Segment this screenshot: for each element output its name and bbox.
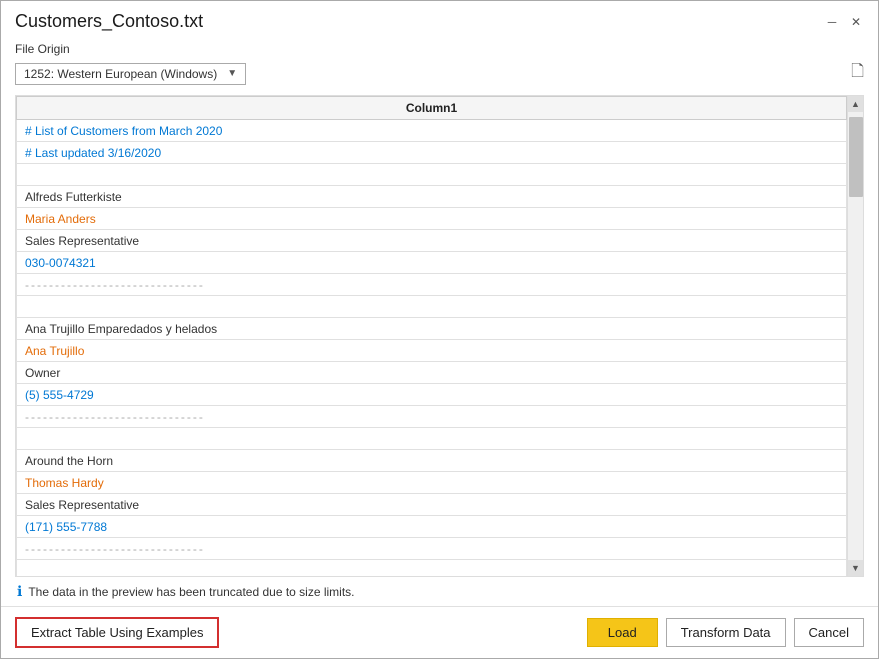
table-row: Owner [17,362,847,384]
table-row: Alfreds Futterkiste [17,186,847,208]
table-cell: 030-0074321 [17,252,847,274]
preview-container: Column1 # List of Customers from March 2… [15,95,864,577]
table-cell [17,560,847,577]
window-controls: ─ ✕ [824,14,864,30]
table-cell: Sales Representative [17,494,847,516]
table-row: Around the Horn [17,450,847,472]
table-cell: Ana Trujillo Emparedados y helados [17,318,847,340]
file-origin-select[interactable]: 1252: Western European (Windows) ▼ [15,63,246,85]
content-area: File Origin 1252: Western European (Wind… [1,38,878,606]
table-cell: ------------------------------ [17,274,847,296]
minimize-button[interactable]: ─ [824,14,840,30]
table-cell: ------------------------------ [17,406,847,428]
table-row: 030-0074321 [17,252,847,274]
info-icon: ℹ [17,583,22,600]
cancel-button[interactable]: Cancel [794,618,864,647]
table-row [17,428,847,450]
window-title: Customers_Contoso.txt [15,11,203,32]
table-cell: Ana Trujillo [17,340,847,362]
table-row: Sales Representative [17,494,847,516]
footer-left: Extract Table Using Examples [15,617,219,648]
title-bar: Customers_Contoso.txt ─ ✕ [1,1,878,38]
dialog-window: Customers_Contoso.txt ─ ✕ File Origin 12… [0,0,879,659]
table-row: (5) 555-4729 [17,384,847,406]
table-wrapper[interactable]: Column1 # List of Customers from March 2… [16,96,847,576]
close-button[interactable]: ✕ [848,14,864,30]
table-cell: # List of Customers from March 2020 [17,120,847,142]
table-row: Sales Representative [17,230,847,252]
file-icon: 🗋 [851,60,864,87]
table-row: Maria Anders [17,208,847,230]
data-table: Column1 # List of Customers from March 2… [16,96,847,576]
table-cell [17,164,847,186]
table-row: Ana Trujillo Emparedados y helados [17,318,847,340]
footer: Extract Table Using Examples Load Transf… [1,606,878,658]
table-cell: # Last updated 3/16/2020 [17,142,847,164]
table-cell: Alfreds Futterkiste [17,186,847,208]
file-origin-value: 1252: Western European (Windows) [24,67,217,81]
table-cell: Sales Representative [17,230,847,252]
table-cell: ------------------------------ [17,538,847,560]
load-button[interactable]: Load [587,618,658,647]
table-cell: Around the Horn [17,450,847,472]
table-cell: (171) 555-7788 [17,516,847,538]
scroll-track [848,112,863,560]
info-text: The data in the preview has been truncat… [28,585,354,599]
table-cell: (5) 555-4729 [17,384,847,406]
table-row: Ana Trujillo [17,340,847,362]
table-row [17,296,847,318]
table-row: ------------------------------ [17,538,847,560]
table-row: # List of Customers from March 2020 [17,120,847,142]
scroll-down-button[interactable]: ▼ [848,560,864,576]
transform-data-button[interactable]: Transform Data [666,618,786,647]
table-row: (171) 555-7788 [17,516,847,538]
table-row: ------------------------------ [17,406,847,428]
file-origin-label: File Origin [15,42,864,56]
table-cell: Owner [17,362,847,384]
table-row: Thomas Hardy [17,472,847,494]
info-bar: ℹ The data in the preview has been trunc… [15,577,864,606]
table-cell: Maria Anders [17,208,847,230]
table-row: # Last updated 3/16/2020 [17,142,847,164]
extract-table-button[interactable]: Extract Table Using Examples [15,617,219,648]
table-row [17,560,847,577]
vertical-scrollbar[interactable]: ▲ ▼ [847,96,863,576]
column-header: Column1 [17,97,847,120]
footer-right: Load Transform Data Cancel [587,618,864,647]
file-origin-row: 1252: Western European (Windows) ▼ 🗋 [15,60,864,87]
scroll-up-button[interactable]: ▲ [848,96,864,112]
table-row: ------------------------------ [17,274,847,296]
scroll-thumb[interactable] [849,117,863,197]
table-cell [17,428,847,450]
table-row [17,164,847,186]
table-cell [17,296,847,318]
table-cell: Thomas Hardy [17,472,847,494]
dropdown-arrow-icon: ▼ [227,68,237,79]
